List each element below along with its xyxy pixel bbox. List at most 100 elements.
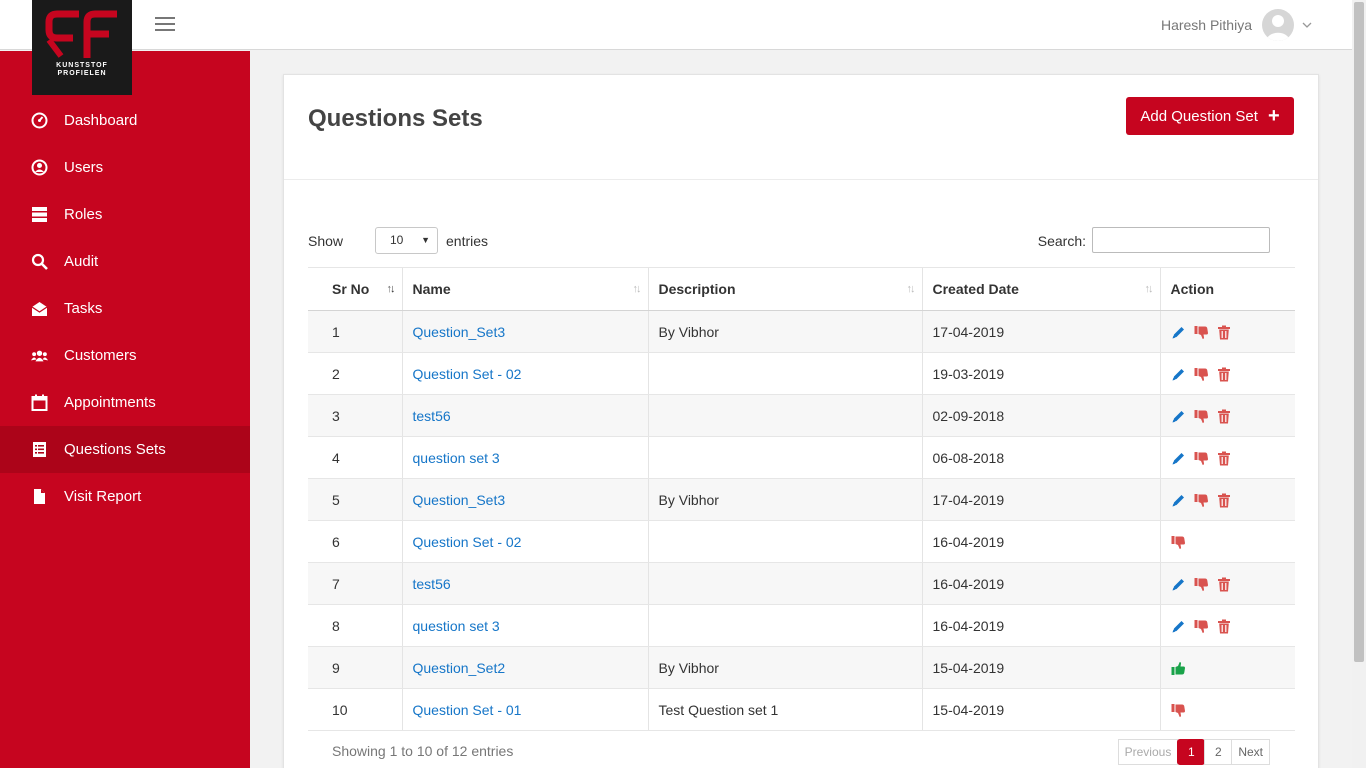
page-length-value: 10	[390, 233, 404, 247]
questions-table: Sr No ↑↓ Name ↑↓ Description ↑↓ Created Dat…	[308, 267, 1295, 731]
sidebar-item-tasks[interactable]: Tasks	[0, 285, 250, 332]
question-set-link[interactable]: question set 3	[413, 450, 500, 466]
cell-name: question set 3	[401, 604, 648, 647]
cell-action	[1159, 394, 1295, 437]
pagination-page-2[interactable]: 2	[1204, 739, 1233, 765]
sidebar-nav: Dashboard Users Roles Audit Tasks Customers Ap…	[0, 97, 250, 520]
pagination-page-1[interactable]: 1	[1177, 739, 1206, 765]
plus-icon: +	[1267, 105, 1280, 127]
thumbs-down-icon[interactable]	[1194, 409, 1209, 424]
thumbs-down-icon[interactable]	[1194, 493, 1209, 508]
logo[interactable]: KUNSTSTOF PROFIELEN	[32, 0, 132, 95]
table-row: 9 Question_Set2 By Vibhor 15-04-2019	[308, 646, 1295, 689]
sidebar-item-questions-sets[interactable]: Questions Sets	[0, 426, 250, 473]
pagination-previous[interactable]: Previous	[1117, 739, 1179, 765]
edit-pencil-icon[interactable]	[1171, 367, 1186, 382]
cell-description	[647, 394, 922, 437]
cell-created-date: 15-04-2019	[921, 646, 1160, 689]
question-set-link[interactable]: Question Set - 01	[413, 702, 522, 718]
trash-icon[interactable]	[1217, 619, 1231, 634]
sidebar-item-appointments[interactable]: Appointments	[0, 379, 250, 426]
table-row: 10 Question Set - 01 Test Question set 1 15…	[308, 688, 1295, 731]
edit-pencil-icon[interactable]	[1171, 577, 1186, 592]
question-set-link[interactable]: Question_Set3	[413, 324, 506, 340]
sidebar-item-users[interactable]: Users	[0, 144, 250, 191]
cell-action	[1159, 562, 1295, 605]
thumbs-down-icon[interactable]	[1194, 325, 1209, 340]
cell-action	[1159, 310, 1295, 353]
sort-icon: ↑↓	[386, 283, 396, 295]
thumbs-down-icon[interactable]	[1194, 619, 1209, 634]
thumbs-down-icon[interactable]	[1194, 451, 1209, 466]
trash-icon[interactable]	[1217, 451, 1231, 466]
thumbs-down-icon[interactable]	[1171, 703, 1186, 718]
column-header-created-date[interactable]: Created Date ↑↓	[921, 267, 1160, 311]
thumbs-down-icon[interactable]	[1194, 577, 1209, 592]
column-header-sr-no[interactable]: Sr No ↑↓	[308, 267, 402, 311]
edit-pencil-icon[interactable]	[1171, 493, 1186, 508]
page-length-select[interactable]: 10 ▼	[375, 227, 438, 254]
cell-action	[1159, 646, 1295, 689]
thumbs-down-icon[interactable]	[1171, 535, 1186, 550]
trash-icon[interactable]	[1217, 325, 1231, 340]
column-header-name[interactable]: Name ↑↓	[401, 267, 648, 311]
question-set-link[interactable]: test56	[413, 576, 451, 592]
sidebar-item-roles[interactable]: Roles	[0, 191, 250, 238]
cell-created-date: 15-04-2019	[921, 688, 1160, 731]
users-icon	[31, 347, 48, 364]
trash-icon[interactable]	[1217, 409, 1231, 424]
envelope-open-icon	[31, 300, 48, 317]
cell-name: Question_Set2	[401, 646, 648, 689]
pagination-next[interactable]: Next	[1231, 739, 1270, 765]
edit-pencil-icon[interactable]	[1171, 325, 1186, 340]
cell-name: Question_Set3	[401, 310, 648, 353]
thumbs-down-icon[interactable]	[1194, 367, 1209, 382]
sidebar-item-audit[interactable]: Audit	[0, 238, 250, 285]
sidebar-item-label: Dashboard	[64, 112, 138, 129]
user-menu[interactable]: Haresh Pithiya	[1161, 9, 1312, 41]
cell-description: Test Question set 1	[647, 688, 922, 731]
trash-icon[interactable]	[1217, 493, 1231, 508]
scrollbar-thumb[interactable]	[1354, 2, 1364, 662]
edit-pencil-icon[interactable]	[1171, 619, 1186, 634]
sidebar-item-dashboard[interactable]: Dashboard	[0, 97, 250, 144]
add-question-set-button[interactable]: Add Question Set +	[1126, 97, 1294, 135]
cell-name: Question Set - 02	[401, 352, 648, 395]
list-icon	[31, 441, 48, 458]
question-set-link[interactable]: Question Set - 02	[413, 366, 522, 382]
trash-icon[interactable]	[1217, 577, 1231, 592]
question-set-link[interactable]: question set 3	[413, 618, 500, 634]
edit-pencil-icon[interactable]	[1171, 409, 1186, 424]
table-row: 7 test56 16-04-2019	[308, 562, 1295, 605]
cell-created-date: 17-04-2019	[921, 310, 1160, 353]
sidebar-item-customers[interactable]: Customers	[0, 332, 250, 379]
card-header: Questions Sets Add Question Set +	[284, 75, 1318, 180]
hamburger-menu-icon[interactable]	[155, 17, 175, 32]
sidebar-item-label: Questions Sets	[64, 441, 166, 458]
question-set-link[interactable]: Question Set - 02	[413, 534, 522, 550]
sidebar-item-visit-report[interactable]: Visit Report	[0, 473, 250, 520]
cell-name: Question_Set3	[401, 478, 648, 521]
sidebar: Dashboard Users Roles Audit Tasks Customers Ap…	[0, 51, 250, 768]
logo-mark-icon	[45, 10, 117, 58]
caret-down-icon: ▼	[421, 235, 430, 245]
cell-sr-no: 4	[308, 436, 402, 479]
calendar-icon	[31, 394, 48, 411]
question-set-link[interactable]: test56	[413, 408, 451, 424]
add-question-set-label: Add Question Set	[1140, 107, 1258, 125]
entries-label: entries	[446, 233, 489, 249]
trash-icon[interactable]	[1217, 367, 1231, 382]
sort-icon: ↑↓	[906, 283, 916, 295]
search-input[interactable]	[1092, 227, 1270, 253]
server-icon	[31, 206, 48, 223]
edit-pencil-icon[interactable]	[1171, 451, 1186, 466]
table-row: 4 question set 3 06-08-2018	[308, 436, 1295, 479]
thumbs-up-icon[interactable]	[1171, 661, 1186, 676]
cell-name: test56	[401, 394, 648, 437]
column-header-description[interactable]: Description ↑↓	[647, 267, 922, 311]
cell-name: test56	[401, 562, 648, 605]
cell-description: By Vibhor	[647, 478, 922, 521]
cell-sr-no: 6	[308, 520, 402, 563]
question-set-link[interactable]: Question_Set3	[413, 492, 506, 508]
question-set-link[interactable]: Question_Set2	[413, 660, 506, 676]
